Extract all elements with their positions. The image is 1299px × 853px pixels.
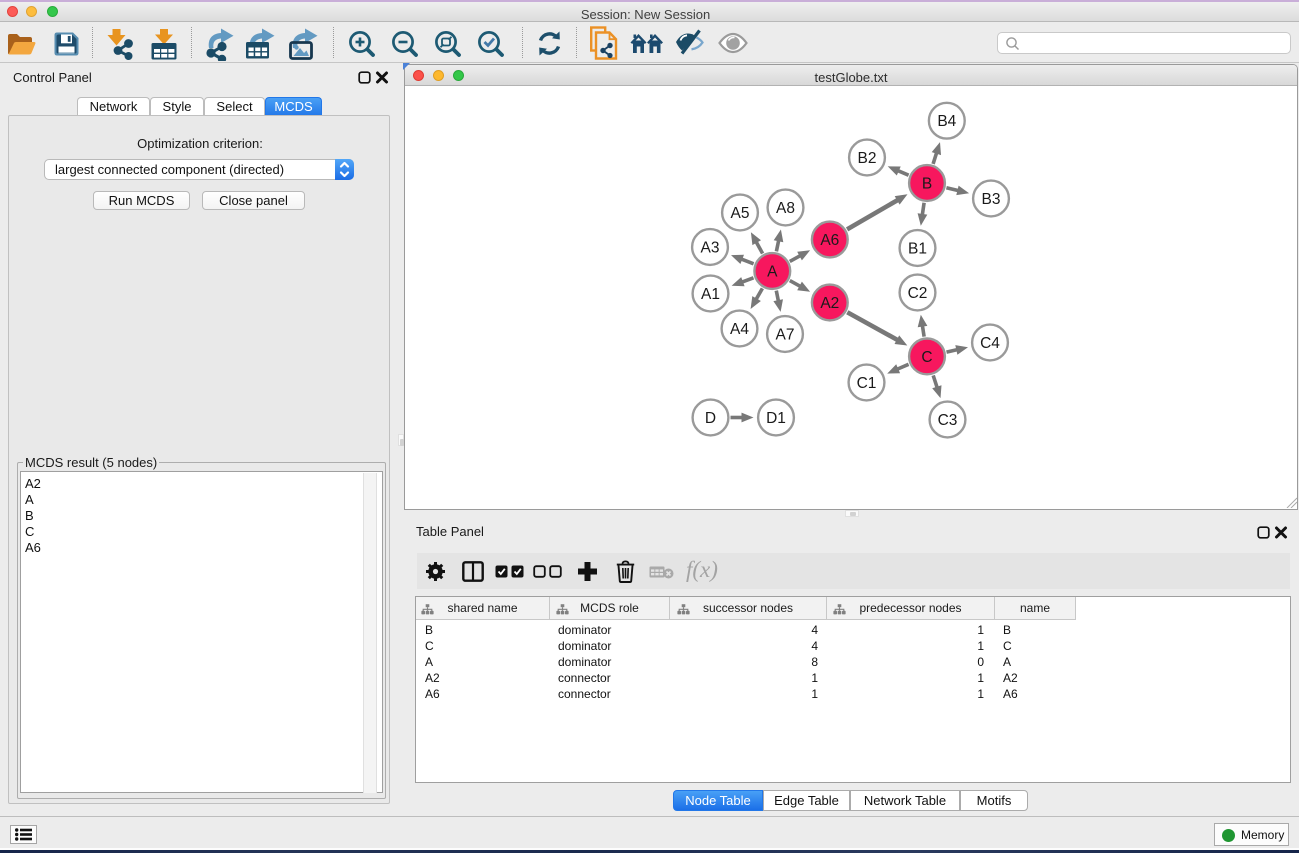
svg-text:C1: C1 (857, 375, 877, 392)
svg-text:B3: B3 (982, 191, 1001, 208)
svg-text:A8: A8 (776, 200, 795, 217)
svg-text:C4: C4 (980, 335, 1000, 352)
svg-text:D: D (705, 410, 716, 427)
svg-text:C: C (921, 349, 932, 366)
svg-text:B: B (922, 176, 932, 193)
svg-text:B1: B1 (908, 241, 927, 258)
svg-text:A: A (767, 264, 778, 281)
svg-text:C2: C2 (908, 285, 928, 302)
svg-text:D1: D1 (766, 410, 786, 427)
svg-text:A1: A1 (701, 286, 720, 303)
svg-text:A6: A6 (820, 232, 839, 249)
svg-text:A2: A2 (820, 295, 839, 312)
svg-text:A7: A7 (776, 327, 795, 344)
svg-text:C3: C3 (938, 412, 958, 429)
svg-text:B2: B2 (858, 150, 877, 167)
svg-text:A5: A5 (731, 205, 750, 222)
svg-text:B4: B4 (937, 113, 956, 130)
svg-text:A4: A4 (730, 321, 749, 338)
svg-text:A3: A3 (701, 240, 720, 257)
